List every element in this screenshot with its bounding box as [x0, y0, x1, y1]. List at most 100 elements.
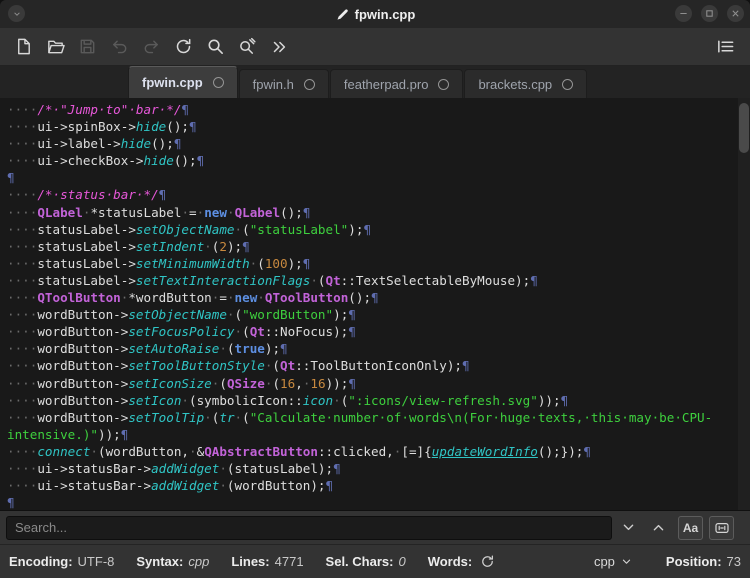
code-line: ····ui->checkBox->hide();¶ [7, 153, 205, 169]
syntax-value: cpp [188, 554, 210, 569]
syntax-combobox[interactable]: cpp [594, 554, 632, 569]
tab-bar: fpwin.cpp fpwin.h featherpad.pro brackets.c… [0, 66, 750, 98]
open-folder-icon [46, 37, 65, 56]
code-line: ····ui->spinBox->hide();¶ [7, 119, 197, 135]
redo-button[interactable] [136, 32, 166, 62]
titlebar: fpwin.cpp [0, 0, 750, 28]
chevron-down-icon [621, 520, 636, 535]
tab-fpwin-cpp[interactable]: fpwin.cpp [128, 66, 238, 98]
syntax-label: Syntax: [136, 554, 184, 569]
code-line: ····statusLabel->setIndent·(2);¶ [7, 238, 250, 254]
window-title: fpwin.cpp [354, 6, 416, 22]
code-area[interactable]: ····/*·"Jump·to"·bar·*/¶ ····ui->spinBox-… [0, 98, 738, 510]
code-line: ····wordButton->setObjectName·("wordButt… [7, 307, 356, 323]
code-line: ····ui->label->hide();¶ [7, 136, 182, 152]
close-icon [731, 9, 740, 18]
maximize-button[interactable] [701, 5, 718, 22]
whole-word-button[interactable] [709, 515, 734, 540]
code-line: ····ui->statusBar->addWidget·(statusLabe… [7, 460, 341, 476]
word-count-refresh-button[interactable] [477, 552, 497, 572]
whole-word-icon [714, 520, 730, 536]
selected-chars-value: 0 [398, 554, 406, 569]
undo-icon [110, 37, 129, 56]
combobox-caret-icon [621, 556, 632, 567]
app-pencil-icon [335, 7, 350, 22]
match-case-label: Aa [682, 520, 699, 535]
search-previous-button[interactable] [644, 515, 672, 541]
code-line: ····statusLabel->setMinimumWidth·(100);¶ [7, 255, 311, 271]
minimize-icon [679, 9, 688, 18]
new-document-button[interactable] [8, 32, 38, 62]
find-replace-icon [238, 37, 257, 56]
redo-icon [142, 37, 161, 56]
tab-featherpad-pro[interactable]: featherpad.pro [329, 69, 464, 98]
code-line: ····wordButton->setIcon·(symbolicIcon::i… [7, 392, 569, 408]
close-tab-icon[interactable] [212, 77, 224, 88]
lines-label: Lines: [231, 554, 270, 569]
menu-icon [716, 37, 735, 56]
position-status: Position: 73 [666, 554, 741, 569]
code-line: ····wordButton->setIconSize·(QSize·(16,·… [7, 375, 356, 391]
undo-button[interactable] [104, 32, 134, 62]
code-line: ····QToolButton·*wordButton·=·new·QToolB… [7, 290, 379, 306]
open-file-button[interactable] [40, 32, 70, 62]
search-input[interactable] [6, 515, 612, 540]
code-line: intensive.)"));¶ [7, 426, 129, 442]
scrollbar-thumb[interactable] [739, 103, 749, 153]
search-bar: Aa [0, 510, 750, 544]
status-bar: Encoding: UTF-8 Syntax: cpp Lines: 4771 … [0, 544, 750, 578]
minimize-button[interactable] [675, 5, 692, 22]
tab-fpwin-h[interactable]: fpwin.h [238, 69, 329, 98]
lines-value: 4771 [274, 554, 304, 569]
window-menu-icon [13, 10, 21, 18]
encoding-label: Encoding: [9, 554, 73, 569]
editor[interactable]: ····/*·"Jump·to"·bar·*/¶ ····ui->spinBox-… [0, 98, 750, 510]
search-button[interactable] [200, 32, 230, 62]
find-replace-button[interactable] [232, 32, 262, 62]
close-button[interactable] [727, 5, 744, 22]
code-line: ¶ [7, 170, 15, 186]
tab-label: brackets.cpp [478, 76, 553, 92]
tab-label: featherpad.pro [343, 76, 429, 92]
double-chevron-right-icon [270, 38, 288, 56]
save-button[interactable] [72, 32, 102, 62]
menu-button[interactable] [710, 32, 740, 62]
maximize-icon [705, 9, 714, 18]
code-line: ····wordButton->setFocusPolicy·(Qt::NoFo… [7, 324, 356, 340]
code-line: ····QLabel·*statusLabel·=·new·QLabel();¶ [7, 204, 311, 220]
save-icon [78, 37, 97, 56]
words-status: Words: [428, 552, 498, 572]
code-line: ····statusLabel->setTextInteractionFlags… [7, 272, 538, 288]
code-line: ····ui->statusBar->addWidget·(wordButton… [7, 478, 334, 494]
code-line: ····/*·"Jump·to"·bar·*/¶ [7, 102, 189, 117]
code-line: ····wordButton->setAutoRaise·(true);¶ [7, 341, 288, 357]
code-line: ····connect·(wordButton,·&QAbstractButto… [7, 443, 591, 459]
syntax-status: Syntax: cpp [136, 554, 209, 569]
match-case-button[interactable]: Aa [678, 515, 703, 540]
reload-icon [174, 37, 193, 56]
featherpad-window: fpwin.cpp fpwin.cpp fpwin.h featherpad.p… [0, 0, 750, 578]
toolbar-overflow-button[interactable] [264, 32, 294, 62]
syntax-combobox-value: cpp [593, 554, 615, 569]
words-label: Words: [427, 554, 473, 569]
close-tab-icon[interactable] [562, 78, 574, 90]
tab-brackets-cpp[interactable]: brackets.cpp [464, 69, 588, 98]
close-tab-icon[interactable] [303, 78, 315, 90]
chevron-up-icon [651, 520, 666, 535]
selected-chars-status: Sel. Chars: 0 [326, 554, 406, 569]
search-next-button[interactable] [614, 515, 642, 541]
toolbar [0, 28, 750, 66]
reload-button[interactable] [168, 32, 198, 62]
selected-chars-label: Sel. Chars: [325, 554, 394, 569]
window-title-area: fpwin.cpp [0, 0, 750, 28]
vertical-scrollbar[interactable] [738, 98, 750, 510]
position-label: Position: [665, 554, 722, 569]
code-line: ¶ [7, 495, 15, 510]
close-tab-icon[interactable] [438, 78, 450, 90]
tab-label: fpwin.h [252, 76, 294, 92]
code-line: ····wordButton->setToolTip·(tr·("Calcula… [7, 409, 713, 425]
window-menu-button[interactable] [8, 5, 25, 22]
position-value: 73 [726, 554, 741, 569]
code-line: ····statusLabel->setObjectName·("statusL… [7, 221, 372, 237]
tab-label: fpwin.cpp [142, 75, 203, 90]
